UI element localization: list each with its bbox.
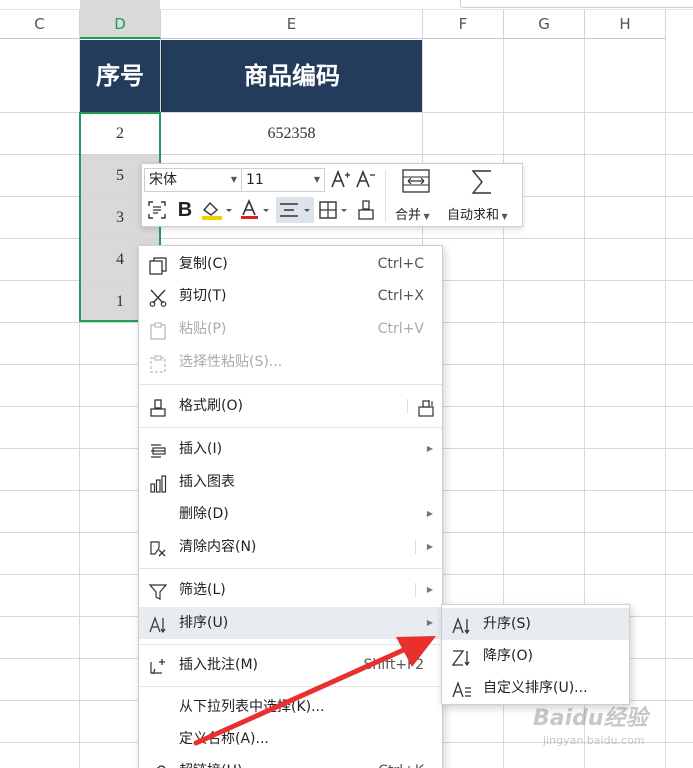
menu-item-clear-contents[interactable]: 清除内容(N) ▶ (139, 531, 442, 563)
font-color-icon[interactable] (238, 197, 272, 223)
column-header-c[interactable]: C (0, 10, 80, 39)
font-name-select[interactable]: 宋体 ▼ (144, 168, 242, 192)
menu-item-insert-comment[interactable]: 插入批注(M) Shift+F2 (139, 649, 442, 681)
menu-item-insert[interactable]: 插入(I) ▶ (139, 433, 442, 465)
menu-separator (139, 427, 442, 428)
fill-color-icon[interactable] (200, 197, 234, 223)
chevron-right-icon: ▶ (426, 509, 433, 518)
menu-divider (415, 583, 416, 597)
menu-separator (139, 384, 442, 385)
menu-item-delete[interactable]: 删除(D) ▶ (139, 498, 442, 530)
chart-icon (149, 473, 167, 493)
menu-item-pick-from-list[interactable]: 从下拉列表中选择(K)... (139, 691, 442, 723)
menu-item-sort[interactable]: 排序(U) ▶ (139, 607, 442, 639)
column-header-g[interactable]: G (504, 10, 585, 39)
chevron-right-icon: ▶ (426, 585, 433, 594)
menu-divider (415, 540, 416, 554)
paste-icon (149, 320, 167, 340)
column-header-d[interactable]: D (80, 10, 161, 39)
comment-icon (149, 656, 167, 675)
chevron-right-icon: ▶ (426, 618, 433, 627)
menu-item-define-name[interactable]: 定义名称(A)... (139, 723, 442, 755)
chevron-down-icon: ▼ (230, 175, 237, 184)
bold-icon[interactable]: B (174, 197, 196, 223)
cell-seq[interactable]: 2 (80, 113, 161, 155)
cell-code[interactable]: 652358 (161, 113, 423, 155)
align-center-icon[interactable] (276, 197, 314, 223)
formula-bar-strip (0, 0, 693, 10)
autosum-button[interactable]: 自动求和 ▼ (447, 204, 508, 223)
sort-descending-icon (451, 647, 472, 667)
decrease-font-icon[interactable] (354, 167, 376, 193)
merge-cells-icon[interactable] (396, 168, 436, 200)
menu-separator (139, 686, 442, 687)
font-size-value: 11 (246, 172, 264, 188)
menu-item-cut[interactable]: 剪切(T) Ctrl+X (139, 280, 442, 312)
menu-separator (139, 568, 442, 569)
filter-icon (148, 581, 168, 600)
header-code[interactable]: 商品编码 (161, 40, 422, 112)
formula-bar-edge (460, 0, 693, 8)
eraser-icon (149, 538, 167, 557)
insert-icon (149, 440, 167, 458)
context-menu: 复制(C) Ctrl+C 剪切(T) Ctrl+X 粘贴(P) Ctrl+V 选… (138, 245, 443, 768)
custom-sort-icon (452, 679, 472, 698)
submenu-item-descending[interactable]: 降序(O) (442, 640, 629, 672)
menu-item-copy[interactable]: 复制(C) Ctrl+C (139, 248, 442, 280)
sort-ascending-icon (452, 615, 472, 635)
submenu-item-custom-sort[interactable]: 自定义排序(U)... (442, 672, 629, 704)
column-selector-strip (80, 0, 160, 10)
border-icon[interactable] (317, 197, 351, 223)
menu-item-paste-special[interactable]: 选择性粘贴(S)... (139, 346, 442, 378)
autosum-label: 自动求和 (447, 208, 500, 223)
font-size-select[interactable]: 11 ▼ (241, 168, 325, 192)
copy-icon (149, 255, 167, 275)
scissors-icon (149, 287, 167, 307)
toolbar-separator (385, 170, 386, 222)
menu-item-format-painter[interactable]: 格式刷(O) (139, 390, 442, 422)
link-icon (149, 762, 167, 768)
format-painter-icon[interactable] (416, 397, 436, 429)
merge-label: 合并 (395, 208, 422, 223)
menu-item-hyperlink[interactable]: 超链接(H)... Ctrl+K (139, 755, 442, 768)
menu-item-paste[interactable]: 粘贴(P) Ctrl+V (139, 313, 442, 345)
sort-icon (149, 614, 167, 634)
font-name-value: 宋体 (149, 172, 177, 188)
chevron-down-icon: ▼ (313, 175, 320, 184)
mini-format-toolbar: 宋体 ▼ 11 ▼ B 合并 ▼ 自动求和 ▼ (141, 163, 523, 227)
column-header-h[interactable]: H (585, 10, 666, 39)
format-painter-icon (149, 397, 167, 417)
submenu-item-ascending[interactable]: 升序(S) (442, 608, 629, 640)
column-header-e[interactable]: E (161, 10, 423, 39)
header-seq[interactable]: 序号 (80, 40, 160, 112)
chevron-right-icon: ▶ (426, 542, 433, 551)
menu-separator (139, 644, 442, 645)
sigma-icon[interactable] (465, 168, 499, 200)
paste-special-icon (149, 353, 167, 373)
format-cells-icon[interactable] (144, 197, 170, 223)
increase-font-icon[interactable] (329, 167, 351, 193)
merge-button[interactable]: 合并 ▼ (395, 204, 430, 223)
sort-submenu: 升序(S) 降序(O) 自定义排序(U)... (441, 604, 630, 705)
chevron-right-icon: ▶ (426, 444, 433, 453)
column-header-f[interactable]: F (423, 10, 504, 39)
menu-item-insert-chart[interactable]: 插入图表 (139, 466, 442, 498)
menu-divider (407, 399, 408, 413)
format-painter-icon[interactable] (354, 197, 378, 223)
menu-item-filter[interactable]: 筛选(L) ▶ (139, 574, 442, 606)
